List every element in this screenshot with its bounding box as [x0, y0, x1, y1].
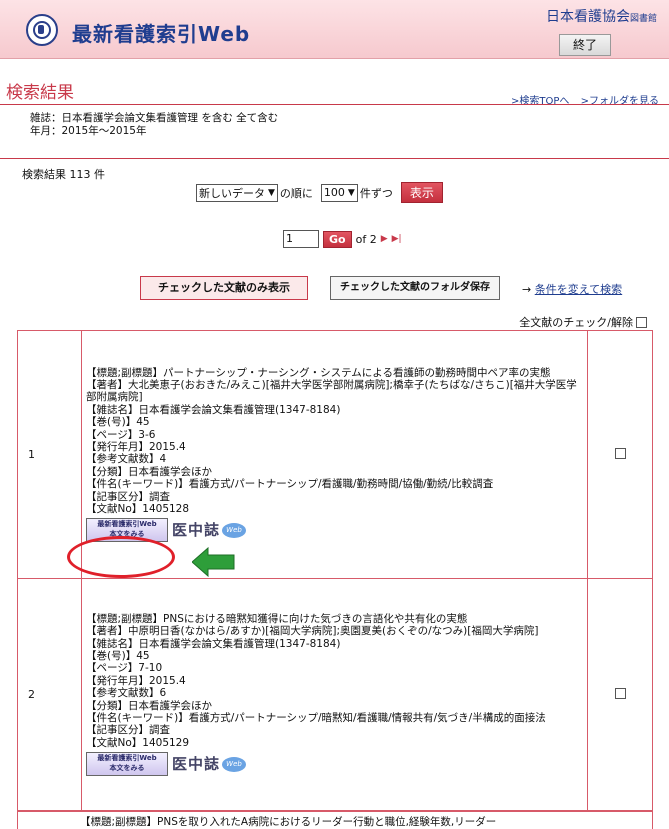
- save-checked-to-folder-button[interactable]: チェックした文献のフォルダ保存: [330, 276, 500, 300]
- result-links: 最新看護索引Web 本文をみる 医中誌 Web: [86, 518, 583, 543]
- ichushi-logo-icon[interactable]: 医中誌: [172, 521, 220, 539]
- last-page-icon[interactable]: ▶|: [392, 234, 402, 244]
- divider: [0, 158, 669, 159]
- result-category: 【分類】日本看護学会ほか: [86, 699, 212, 712]
- all-check-checkbox[interactable]: [636, 316, 647, 328]
- result-pages: 【ページ】7-10: [86, 662, 163, 675]
- fulltext-button[interactable]: 最新看護索引Web 本文をみる: [86, 752, 168, 777]
- per-page-select[interactable]: 100 ▼: [320, 183, 358, 202]
- result-checkbox[interactable]: [614, 687, 626, 699]
- result-date: 【発行年月】2015.4: [86, 441, 186, 453]
- highlight-circle: [67, 536, 175, 578]
- result-volume: 【巻(号)】45: [86, 649, 150, 662]
- result-checkbox[interactable]: [614, 447, 626, 459]
- search-top-link[interactable]: >検索TOPへ: [511, 96, 569, 107]
- all-check: 全文献のチェック/解除: [519, 314, 647, 330]
- chevron-down-icon: ▼: [347, 187, 355, 198]
- show-checked-button[interactable]: チェックした文献のみ表示: [140, 276, 308, 300]
- result-authors: 【著者】大北美恵子(おおきた/みえこ)[福井大学医学部附属病院];橋幸子(たちば…: [86, 378, 577, 404]
- chevron-down-icon: ▼: [268, 187, 275, 198]
- page-number-input[interactable]: 1: [283, 230, 319, 248]
- divider: [0, 104, 669, 105]
- result-links: 最新看護索引Web 本文をみる 医中誌 Web: [86, 752, 583, 777]
- result-article-type: 【記事区分】調査: [86, 490, 170, 503]
- result-check-cell: [587, 578, 653, 811]
- table-row: 【標題;副標題】PNSを取り入れたA病院におけるリーダー行動と職位,経験年数,リ…: [17, 811, 653, 829]
- search-condition-date: 年月：2015年～2015年: [30, 125, 147, 137]
- result-number: 2: [17, 578, 82, 811]
- nursing-association-logo-icon: [26, 14, 58, 46]
- sort-order-select[interactable]: 新しいデータ ▼: [196, 183, 278, 202]
- next-page-icon[interactable]: ▶: [381, 234, 388, 244]
- app-header: 最新看護索引Web 日本看護協会図書館 終了: [0, 0, 669, 59]
- green-arrow-icon: [192, 547, 235, 577]
- result-title: 【標題;副標題】パートナーシップ・ナーシング・システムによる看護師の勤務時間中ペ…: [86, 366, 551, 379]
- ichushi-logo-icon[interactable]: 医中誌: [172, 755, 220, 773]
- result-keywords: 【件名(キーワード)】看護方式/パートナーシップ/看護職/勤務時間/協働/勤続/…: [86, 478, 494, 491]
- change-conditions-link[interactable]: 条件を変えて検索: [535, 283, 622, 296]
- pagination: 1 Go of 2 ▶ ▶|: [283, 230, 402, 248]
- view-folder-link[interactable]: >フォルダを見る: [581, 96, 659, 107]
- end-button[interactable]: 終了: [559, 34, 611, 56]
- sort-order-suffix: の順に: [279, 186, 313, 200]
- app-title: 最新看護索引Web: [72, 22, 251, 46]
- result-article-type: 【記事区分】調査: [86, 724, 170, 737]
- result-body: 【標題;副標題】PNSにおける暗黙知獲得に向けた気づきの言語化や共有化の実態 【…: [81, 578, 588, 811]
- web-logo-icon: Web: [222, 522, 247, 538]
- result-number: 1: [17, 330, 82, 579]
- sort-controls: 新しいデータ ▼ の順に 100 ▼ 件ずつ 表示: [196, 182, 443, 203]
- result-references: 【参考文献数】4: [86, 453, 167, 466]
- web-logo-icon: Web: [222, 756, 247, 772]
- result-keywords: 【件名(キーワード)】看護方式/パートナーシップ/暗黙知/看護職/情報共有/気づ…: [86, 712, 546, 725]
- result-authors: 【著者】中原明日香(なかはら/あすか)[福岡大学病院];奥園夏美(おくぞの/なつ…: [86, 625, 539, 638]
- result-journal: 【雑誌名】日本看護学会論文集看護管理(1347-8184): [86, 403, 341, 416]
- page-title: 検索結果: [6, 83, 74, 103]
- result-references: 【参考文献数】6: [86, 687, 167, 700]
- result-title: 【標題;副標題】PNSにおける暗黙知獲得に向けた気づきの言語化や共有化の実態: [86, 612, 468, 625]
- result-pages: 【ページ】3-6: [86, 428, 156, 441]
- display-button[interactable]: 表示: [400, 182, 443, 203]
- per-page-suffix: 件ずつ: [359, 186, 393, 200]
- organization-name: 日本看護協会図書館: [545, 9, 657, 25]
- result-check-cell: [587, 330, 653, 579]
- all-check-label: 全文献のチェック/解除: [519, 316, 633, 329]
- change-conditions: → 条件を変えて検索: [522, 283, 623, 296]
- go-button[interactable]: Go: [323, 230, 352, 248]
- result-category: 【分類】日本看護学会ほか: [86, 465, 212, 478]
- result-title: 【標題;副標題】PNSを取り入れたA病院におけるリーダー行動と職位,経験年数,リ…: [80, 816, 497, 828]
- page-of-text: of 2: [355, 232, 377, 246]
- result-journal: 【雑誌名】日本看護学会論文集看護管理(1347-8184): [86, 637, 341, 650]
- table-row: 2 【標題;副標題】PNSにおける暗黙知獲得に向けた気づきの言語化や共有化の実態…: [17, 578, 653, 811]
- result-doc-number: 【文献No】1405128: [86, 503, 190, 516]
- result-volume: 【巻(号)】45: [86, 416, 150, 429]
- result-date: 【発行年月】2015.4: [86, 674, 186, 687]
- result-doc-number: 【文献No】1405129: [86, 736, 190, 749]
- result-count: 検索結果 113 件: [22, 168, 105, 181]
